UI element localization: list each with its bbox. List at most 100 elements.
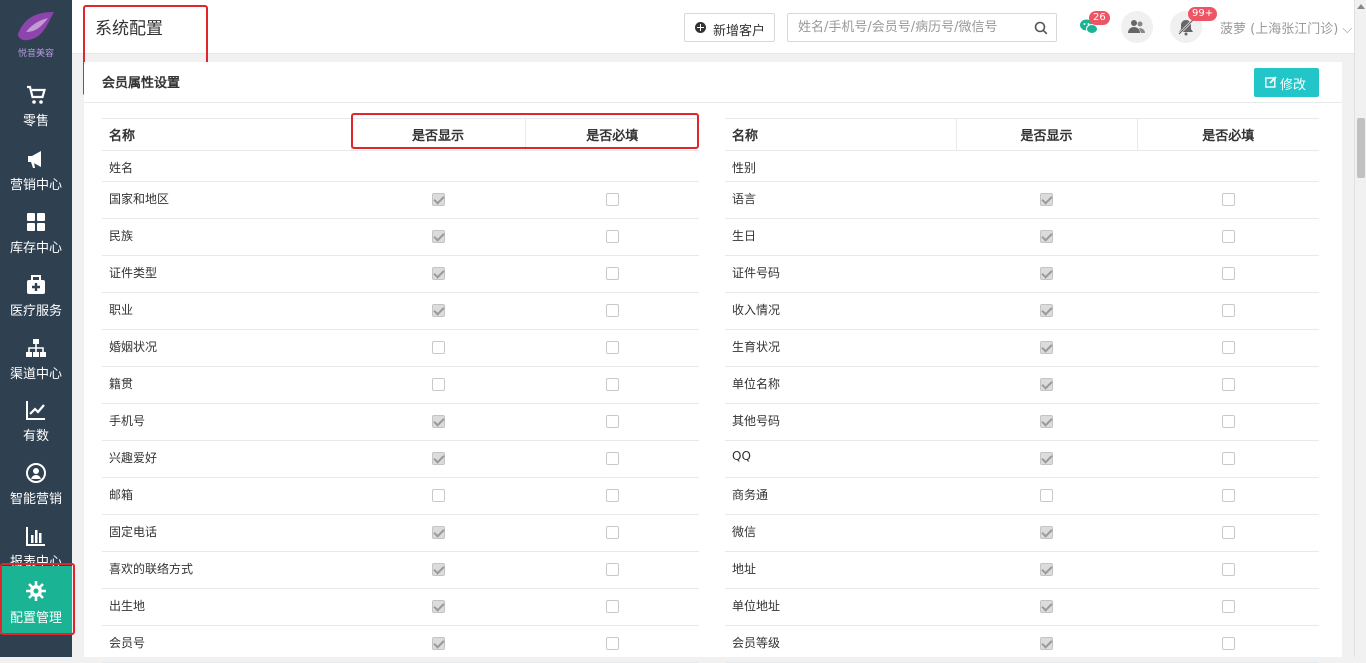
sidebar-item-retail[interactable]: 零售 (0, 76, 72, 138)
required-checkbox[interactable] (1221, 563, 1235, 576)
show-checkbox[interactable] (431, 637, 445, 650)
wechat-button[interactable]: 26 (1072, 11, 1110, 43)
table-row: 证件类型 (102, 255, 699, 293)
required-checkbox[interactable] (1221, 267, 1235, 280)
required-checkbox[interactable] (1221, 304, 1235, 317)
cell-required (525, 255, 699, 293)
required-checkbox[interactable] (605, 526, 619, 539)
required-checkbox[interactable] (605, 489, 619, 502)
show-checkbox[interactable] (431, 267, 445, 280)
show-checkbox[interactable] (431, 600, 445, 613)
cell-show (956, 403, 1137, 441)
required-checkbox[interactable] (1221, 378, 1235, 391)
notifications-button[interactable]: 99+ (1170, 7, 1218, 43)
attribute-name: 商务通 (725, 477, 956, 515)
show-checkbox[interactable] (431, 489, 445, 502)
cart-icon (27, 85, 46, 104)
show-checkbox[interactable] (1040, 341, 1053, 354)
attribute-name: 手机号 (102, 403, 351, 441)
required-checkbox[interactable] (1221, 489, 1235, 502)
required-checkbox[interactable] (605, 452, 619, 465)
users-icon (1128, 20, 1145, 33)
cell-required (525, 551, 699, 589)
show-checkbox[interactable] (1040, 304, 1053, 317)
required-checkbox[interactable] (605, 193, 619, 206)
show-checkbox[interactable] (431, 526, 445, 539)
right-attribute-table: 名称 是否显示 是否必填 性别 语言 生日 证件号码 收入情况 生育状况 单位名称 其他号码 Q… (725, 118, 1319, 663)
required-checkbox[interactable] (1221, 452, 1235, 465)
cell-required (525, 588, 699, 626)
show-checkbox[interactable] (1040, 230, 1053, 243)
cell-required (525, 150, 699, 182)
brand-logo[interactable]: 悦音美容 (0, 0, 72, 68)
table-row: 证件号码 (725, 255, 1319, 293)
sidebar-item-channel[interactable]: 渠道中心 (0, 329, 72, 391)
show-checkbox[interactable] (1040, 563, 1053, 576)
sidebar-item-smart-marketing[interactable]: 智能营销 (0, 454, 72, 516)
sidebar-item-data[interactable]: 有数 (0, 391, 72, 453)
sidebar-item-config[interactable]: 配置管理 (0, 566, 72, 634)
show-checkbox[interactable] (1040, 267, 1053, 280)
sidebar-item-marketing[interactable]: 营销中心 (0, 140, 72, 202)
required-checkbox[interactable] (1221, 637, 1235, 650)
table-row: QQ (725, 440, 1319, 478)
table-row: 地址 (725, 551, 1319, 589)
attribute-name: 单位名称 (725, 366, 956, 404)
required-checkbox[interactable] (1221, 341, 1235, 354)
table-row: 喜欢的联络方式 (102, 551, 699, 589)
show-checkbox[interactable] (1040, 415, 1053, 428)
show-checkbox[interactable] (1040, 452, 1053, 465)
required-checkbox[interactable] (605, 378, 619, 391)
cell-show (351, 514, 525, 552)
required-checkbox[interactable] (605, 230, 619, 243)
attribute-name: 证件类型 (102, 255, 351, 293)
sidebar-item-label: 智能营销 (9, 492, 62, 507)
column-header-name: 名称 (725, 118, 956, 151)
add-customer-button[interactable]: 新增客户 (684, 13, 775, 42)
show-checkbox[interactable] (1040, 489, 1053, 502)
required-checkbox[interactable] (1221, 230, 1235, 243)
show-checkbox[interactable] (431, 341, 445, 354)
contacts-button[interactable] (1121, 11, 1153, 43)
member-attributes-panel: 会员属性设置 修改 名称 是否显示 是否必填 姓名 国家和地区 民族 证件类型 职业 婚姻… (84, 62, 1342, 663)
show-checkbox[interactable] (431, 304, 445, 317)
required-checkbox[interactable] (605, 267, 619, 280)
required-checkbox[interactable] (1221, 526, 1235, 539)
required-checkbox[interactable] (605, 304, 619, 317)
sidebar-item-inventory[interactable]: 库存中心 (0, 203, 72, 265)
logo-text: 悦音美容 (17, 49, 54, 59)
user-menu[interactable]: 菠萝 (上海张江门诊) ⌵ (1220, 18, 1352, 37)
required-checkbox[interactable] (1221, 193, 1235, 206)
required-checkbox[interactable] (1221, 415, 1235, 428)
show-checkbox[interactable] (1040, 378, 1053, 391)
required-checkbox[interactable] (605, 341, 619, 354)
show-checkbox[interactable] (1040, 526, 1053, 539)
scrollbar-thumb[interactable] (1357, 118, 1365, 178)
required-checkbox[interactable] (605, 563, 619, 576)
sidebar-item-medical[interactable]: 医疗服务 (0, 266, 72, 328)
search-input[interactable] (788, 14, 1028, 41)
show-checkbox[interactable] (431, 193, 445, 206)
show-checkbox[interactable] (1040, 637, 1053, 650)
vertical-scrollbar[interactable] (1354, 0, 1366, 657)
required-checkbox[interactable] (605, 415, 619, 428)
required-checkbox[interactable] (605, 600, 619, 613)
show-checkbox[interactable] (1040, 193, 1053, 206)
required-checkbox[interactable] (605, 637, 619, 650)
scroll-up-icon[interactable] (1357, 4, 1365, 9)
show-checkbox[interactable] (1040, 600, 1053, 613)
cell-required (1137, 218, 1319, 256)
table-row: 手机号 (102, 403, 699, 441)
required-checkbox[interactable] (1221, 600, 1235, 613)
show-checkbox[interactable] (431, 452, 445, 465)
edit-button[interactable]: 修改 (1254, 68, 1319, 97)
show-checkbox[interactable] (431, 415, 445, 428)
show-checkbox[interactable] (431, 563, 445, 576)
cell-required (525, 514, 699, 552)
show-checkbox[interactable] (431, 378, 445, 391)
cell-required (1137, 366, 1319, 404)
search-icon[interactable] (1034, 21, 1048, 35)
show-checkbox[interactable] (431, 230, 445, 243)
section-title: 会员属性设置 (102, 76, 181, 91)
cell-show (956, 292, 1137, 330)
